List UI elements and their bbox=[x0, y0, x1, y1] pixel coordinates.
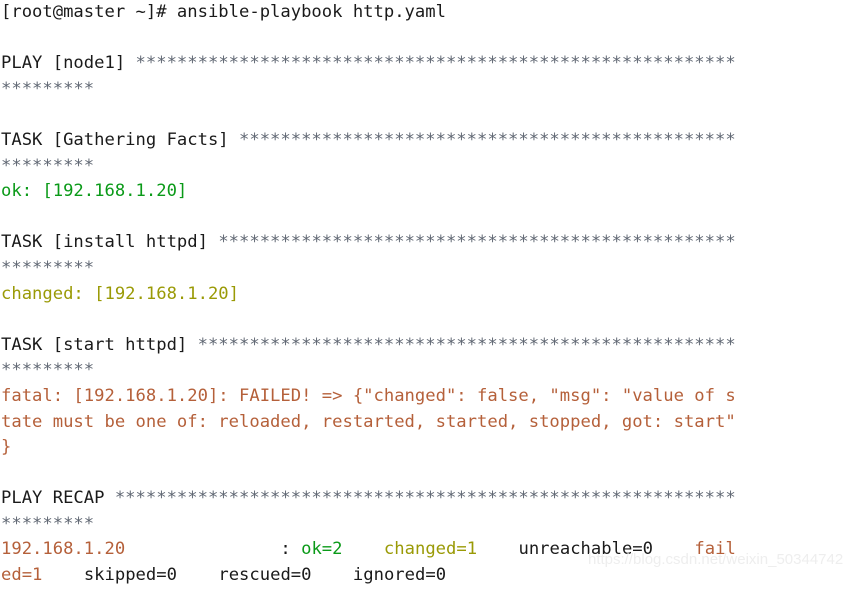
terminal-line-task-start-httpd-fatal-wrap-2: } bbox=[0, 435, 864, 461]
terminal-line-task-gathering-facts-result: ok: [192.168.1.20] bbox=[0, 179, 864, 205]
terminal-segment: unreachable=0 bbox=[518, 539, 653, 560]
terminal-segment: 192.168.1.20 bbox=[1, 539, 126, 560]
terminal-segment bbox=[312, 565, 353, 585]
terminal-segment: tate must be one of: reloaded, restarted… bbox=[1, 411, 736, 432]
terminal-line-task-start-httpd-fatal: fatal: [192.168.1.20]: FAILED! => {"chan… bbox=[0, 384, 864, 410]
terminal-segment: ignored=0 bbox=[352, 565, 447, 586]
terminal-line-play-node1-header: PLAY [node1] ***************************… bbox=[0, 51, 864, 77]
terminal-segment: ********* bbox=[1, 513, 95, 534]
terminal-segment: ****************************************… bbox=[135, 53, 736, 74]
terminal-line-blank-4 bbox=[0, 307, 864, 333]
terminal-line-blank-5 bbox=[0, 461, 864, 487]
terminal-segment bbox=[653, 539, 694, 559]
terminal-segment: ********* bbox=[1, 155, 95, 176]
terminal-segment bbox=[1, 207, 11, 227]
terminal-line-blank-3 bbox=[0, 205, 864, 231]
terminal-line-blank-2 bbox=[0, 102, 864, 128]
terminal-segment: ********* bbox=[1, 78, 95, 99]
terminal-segment bbox=[477, 539, 518, 559]
terminal-segment: changed=1 bbox=[383, 539, 478, 560]
terminal-line-task-start-httpd-fatal-wrap-1: tate must be one of: reloaded, restarted… bbox=[0, 410, 864, 436]
terminal-line-task-start-httpd-header-wrap: ********* bbox=[0, 358, 864, 384]
terminal-segment: ****************************************… bbox=[239, 129, 736, 150]
terminal-segment bbox=[42, 565, 83, 585]
terminal-output[interactable]: [root@master ~]# ansible-playbook http.y… bbox=[0, 0, 864, 585]
terminal-line-play-recap-host-stats: 192.168.1.20 : ok=2 changed=1 unreachabl… bbox=[0, 537, 864, 563]
terminal-segment: : bbox=[125, 539, 302, 560]
terminal-line-task-install-httpd-header-wrap: ********* bbox=[0, 256, 864, 282]
terminal-line-play-recap-header-wrap: ********* bbox=[0, 512, 864, 538]
terminal-segment: ****************************************… bbox=[114, 488, 736, 509]
terminal-segment: ed=1 bbox=[1, 565, 43, 586]
terminal-segment bbox=[1, 104, 11, 124]
terminal-segment: ok=2 bbox=[301, 539, 343, 560]
terminal-segment: skipped=0 bbox=[83, 565, 177, 586]
terminal-segment: fail bbox=[694, 539, 736, 560]
terminal-segment: ********* bbox=[1, 257, 95, 278]
terminal-segment: } bbox=[1, 437, 12, 458]
terminal-line-task-install-httpd-result: changed: [192.168.1.20] bbox=[0, 282, 864, 308]
terminal-segment bbox=[177, 565, 218, 585]
terminal-line-task-install-httpd-header: TASK [install httpd] *******************… bbox=[0, 230, 864, 256]
terminal-line-task-gathering-facts-header: TASK [Gathering Facts] *****************… bbox=[0, 128, 864, 154]
terminal-segment: changed: [192.168.1.20] bbox=[1, 283, 239, 304]
terminal-segment: ********* bbox=[1, 360, 95, 381]
terminal-segment: fatal: [192.168.1.20]: FAILED! => {"chan… bbox=[1, 385, 736, 406]
terminal-line-task-gathering-facts-header-wrap: ********* bbox=[0, 154, 864, 180]
terminal-line-play-recap-host-stats-wrap: ed=1 skipped=0 rescued=0 ignored=0 bbox=[0, 563, 864, 589]
terminal-segment bbox=[1, 309, 11, 329]
terminal-segment: ****************************************… bbox=[218, 232, 736, 253]
terminal-line-container: [root@master ~]# ansible-playbook http.y… bbox=[0, 0, 864, 589]
terminal-segment: PLAY RECAP bbox=[1, 488, 115, 509]
terminal-line-blank-1 bbox=[0, 26, 864, 52]
terminal-line-command-line: [root@master ~]# ansible-playbook http.y… bbox=[0, 0, 864, 26]
terminal-segment: TASK [Gathering Facts] bbox=[1, 129, 239, 150]
terminal-line-task-start-httpd-header: TASK [start httpd] *********************… bbox=[0, 333, 864, 359]
terminal-segment bbox=[1, 463, 11, 483]
terminal-segment: ok: [192.168.1.20] bbox=[1, 181, 188, 202]
terminal-segment: ****************************************… bbox=[197, 334, 736, 355]
terminal-segment: TASK [install httpd] bbox=[1, 232, 219, 253]
terminal-segment bbox=[343, 539, 384, 559]
terminal-line-play-recap-header: PLAY RECAP *****************************… bbox=[0, 486, 864, 512]
terminal-segment bbox=[1, 28, 11, 48]
terminal-segment: [root@master ~]# ansible-playbook http.y… bbox=[1, 2, 446, 22]
terminal-segment: TASK [start httpd] bbox=[1, 334, 198, 355]
terminal-segment: rescued=0 bbox=[218, 565, 312, 586]
terminal-segment: PLAY [node1] bbox=[1, 53, 136, 74]
terminal-line-play-node1-header-wrap: ********* bbox=[0, 77, 864, 103]
